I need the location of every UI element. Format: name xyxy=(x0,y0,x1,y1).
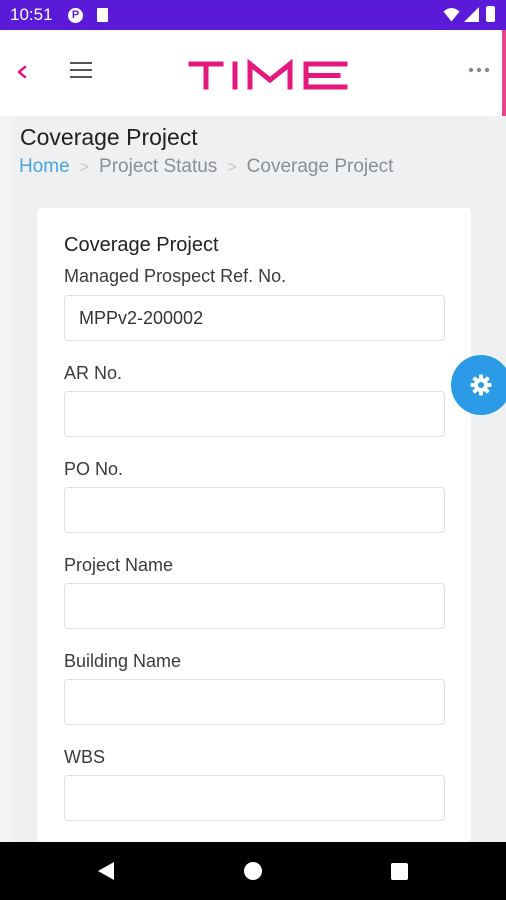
project-name-input[interactable] xyxy=(64,583,445,629)
status-bar: 10:51 P xyxy=(0,0,506,30)
breadcrumb-project-status-link[interactable]: Project Status xyxy=(99,156,217,177)
battery-icon xyxy=(486,6,495,22)
sd-card-icon xyxy=(97,8,108,22)
ar-no-input[interactable] xyxy=(64,391,445,437)
chevron-right-icon: > xyxy=(227,159,237,176)
hamburger-menu-icon[interactable] xyxy=(70,62,92,82)
managed-prospect-ref-input[interactable] xyxy=(64,295,445,341)
page-title: Coverage Project xyxy=(20,124,198,150)
form-title: Coverage Project xyxy=(64,234,219,256)
breadcrumb-current: Coverage Project xyxy=(246,156,394,177)
po-no-label: PO No. xyxy=(64,459,124,479)
wbs-label: WBS xyxy=(64,747,106,767)
nav-recents-icon[interactable] xyxy=(391,863,408,880)
android-nav-bar xyxy=(0,842,506,900)
building-name-label: Building Name xyxy=(64,651,182,671)
status-time: 10:51 xyxy=(10,5,53,24)
chevron-right-icon: > xyxy=(79,159,90,176)
breadcrumb-home-link[interactable]: Home xyxy=(19,156,70,177)
gear-icon xyxy=(470,374,492,396)
building-name-input[interactable] xyxy=(64,679,445,725)
chevron-left-icon[interactable] xyxy=(12,60,32,84)
nav-home-icon[interactable] xyxy=(244,862,262,880)
app-header xyxy=(0,30,506,116)
page-content: Coverage Project Home > Project Status > Cov… xyxy=(13,116,506,842)
more-dots-icon[interactable] xyxy=(466,62,492,78)
breadcrumb: Home > Project Status > Coverage Project xyxy=(19,156,393,178)
nav-back-icon[interactable] xyxy=(96,861,116,881)
managed-prospect-ref-label: Managed Prospect Ref. No. xyxy=(64,266,287,286)
settings-fab-button[interactable] xyxy=(451,355,506,415)
coverage-project-form: Coverage Project Managed Prospect Ref. N… xyxy=(37,208,471,842)
p-notification-icon: P xyxy=(68,8,83,23)
time-logo xyxy=(188,58,348,90)
wifi-icon xyxy=(443,8,460,22)
cell-signal-icon xyxy=(464,7,479,22)
po-no-input[interactable] xyxy=(64,487,445,533)
project-name-label: Project Name xyxy=(64,555,174,575)
wbs-input[interactable] xyxy=(64,775,445,821)
ar-no-label: AR No. xyxy=(64,363,123,383)
